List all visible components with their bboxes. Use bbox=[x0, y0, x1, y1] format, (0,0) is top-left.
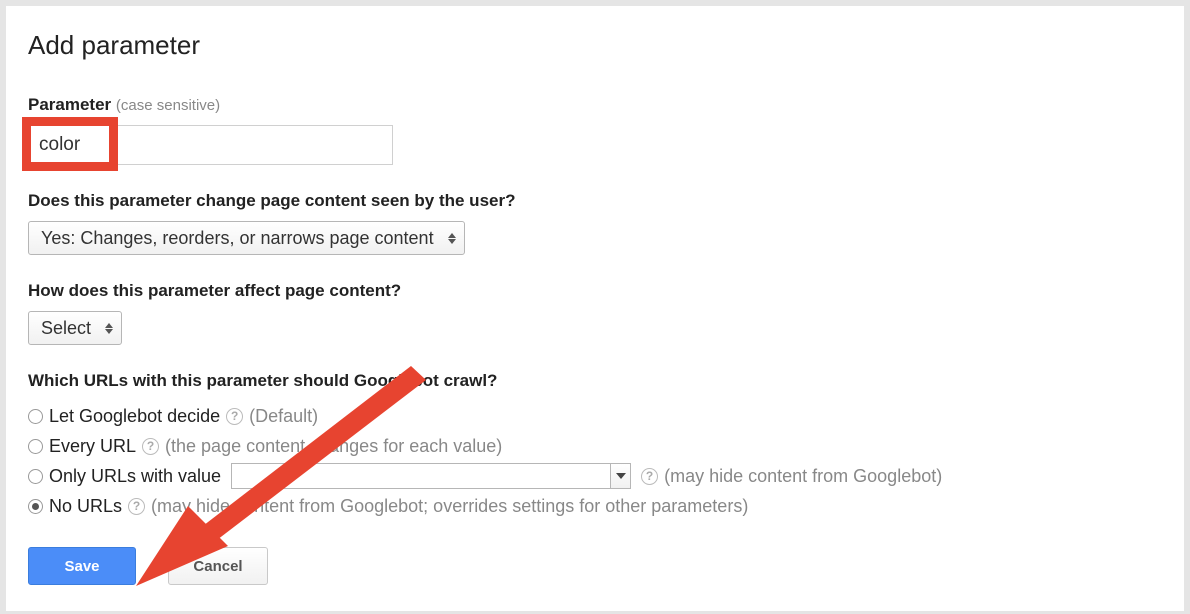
radio-label: Every URL bbox=[49, 431, 136, 461]
crawl-label: Which URLs with this parameter should Go… bbox=[28, 371, 1162, 391]
help-icon[interactable]: ? bbox=[226, 408, 243, 425]
page-title: Add parameter bbox=[28, 30, 1162, 61]
radio-let-googlebot-decide[interactable] bbox=[28, 409, 43, 424]
help-icon[interactable]: ? bbox=[142, 438, 159, 455]
radio-every-url[interactable] bbox=[28, 439, 43, 454]
change-content-label: Does this parameter change page content … bbox=[28, 191, 1162, 211]
help-icon[interactable]: ? bbox=[641, 468, 658, 485]
radio-label: No URLs bbox=[49, 491, 122, 521]
affect-content-selected: Select bbox=[41, 318, 91, 339]
radio-hint: (may hide content from Googlebot) bbox=[664, 461, 942, 491]
radio-only-urls-with-value[interactable] bbox=[28, 469, 43, 484]
affect-content-select[interactable]: Select bbox=[28, 311, 122, 345]
radio-label: Only URLs with value bbox=[49, 461, 221, 491]
radio-no-urls[interactable] bbox=[28, 499, 43, 514]
parameter-hint: (case sensitive) bbox=[116, 97, 220, 114]
combo-dropdown-icon bbox=[610, 464, 630, 488]
change-content-select[interactable]: Yes: Changes, reorders, or narrows page … bbox=[28, 221, 465, 255]
change-content-selected: Yes: Changes, reorders, or narrows page … bbox=[41, 228, 434, 249]
save-button[interactable]: Save bbox=[28, 547, 136, 585]
radio-hint: (the page content changes for each value… bbox=[165, 431, 502, 461]
help-icon[interactable]: ? bbox=[128, 498, 145, 515]
affect-content-label: How does this parameter affect page cont… bbox=[28, 281, 1162, 301]
radio-label: Let Googlebot decide bbox=[49, 401, 220, 431]
radio-hint: (Default) bbox=[249, 401, 318, 431]
only-urls-value-combo[interactable] bbox=[231, 463, 631, 489]
select-arrows-icon bbox=[448, 233, 456, 244]
select-arrows-icon bbox=[105, 323, 113, 334]
parameter-input[interactable] bbox=[28, 125, 393, 165]
radio-hint: (may hide content from Googlebot; overri… bbox=[151, 491, 748, 521]
cancel-button[interactable]: Cancel bbox=[168, 547, 268, 585]
parameter-label: Parameter (case sensitive) bbox=[28, 95, 1162, 115]
